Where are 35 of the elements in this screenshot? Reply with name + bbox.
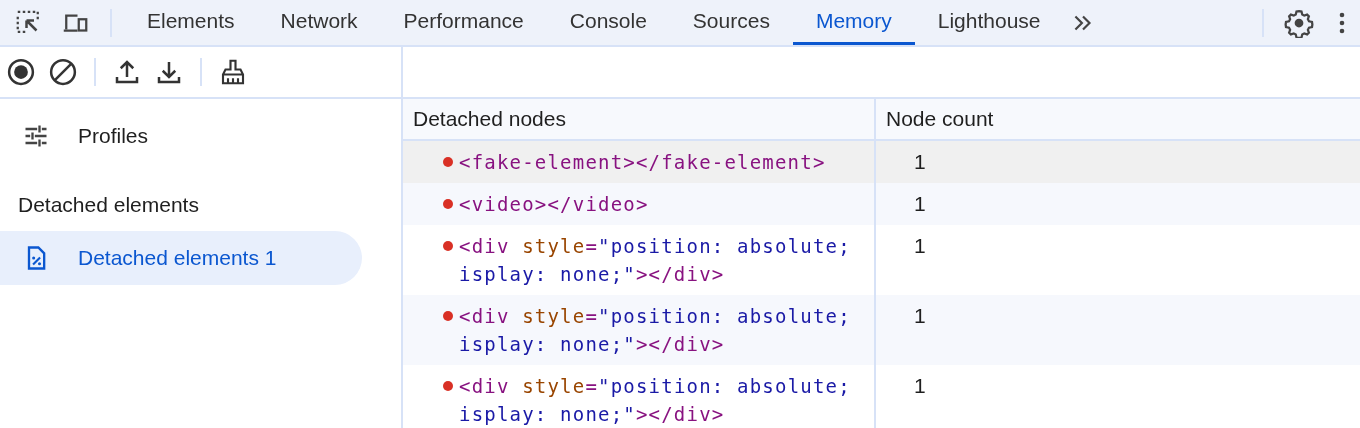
clear-icon[interactable] <box>48 57 78 87</box>
profile-item[interactable]: Detached elements 1 <box>0 231 362 285</box>
section-title: Detached elements <box>17 192 200 218</box>
node-count: 1 <box>914 233 926 259</box>
panel-tab[interactable]: Memory <box>792 0 915 45</box>
column-header[interactable]: Detached nodes <box>403 99 876 139</box>
panel-tab[interactable]: Network <box>257 0 381 45</box>
more-menu-icon[interactable] <box>1338 10 1346 35</box>
settings-icon[interactable] <box>1284 7 1314 38</box>
table-row[interactable]: <video></video> 1 <box>403 183 1360 225</box>
panel-tab[interactable]: Performance <box>380 0 547 45</box>
status-dot-icon <box>443 311 453 321</box>
node-markup: <fake-element></fake-element> <box>459 150 826 175</box>
status-dot-icon <box>443 241 453 251</box>
table-row[interactable]: <div style="position: absolute; isplay: none;"></div> 1 <box>403 365 1360 428</box>
node-markup: <div style="position: absolute; isplay: none;"></div> <box>459 374 851 427</box>
panel-tab[interactable]: Sources <box>669 0 793 45</box>
node-count: 1 <box>914 373 926 399</box>
panel-tab[interactable]: Lighthouse <box>914 0 1064 45</box>
node-count: 1 <box>914 303 926 329</box>
node-count: 1 <box>914 191 926 217</box>
column-header[interactable]: Node count <box>876 99 1360 139</box>
profiles-label: Profiles <box>78 124 149 148</box>
status-dot-icon <box>443 381 453 391</box>
node-markup: <div style="position: absolute; isplay: none;"></div> <box>459 304 851 357</box>
panel-tab[interactable]: Console <box>546 0 670 45</box>
panel-tab[interactable]: Elements <box>124 0 258 45</box>
status-dot-icon <box>443 157 453 167</box>
node-markup: <div style="position: absolute; isplay: none;"></div> <box>459 234 851 287</box>
record-icon[interactable] <box>6 57 36 87</box>
status-dot-icon <box>443 199 453 209</box>
table-row[interactable]: <fake-element></fake-element> 1 <box>403 141 1360 183</box>
node-count: 1 <box>914 149 926 175</box>
node-markup: <video></video> <box>459 192 649 217</box>
table-row[interactable]: <div style="position: absolute; isplay: none;"></div> 1 <box>403 295 1360 365</box>
